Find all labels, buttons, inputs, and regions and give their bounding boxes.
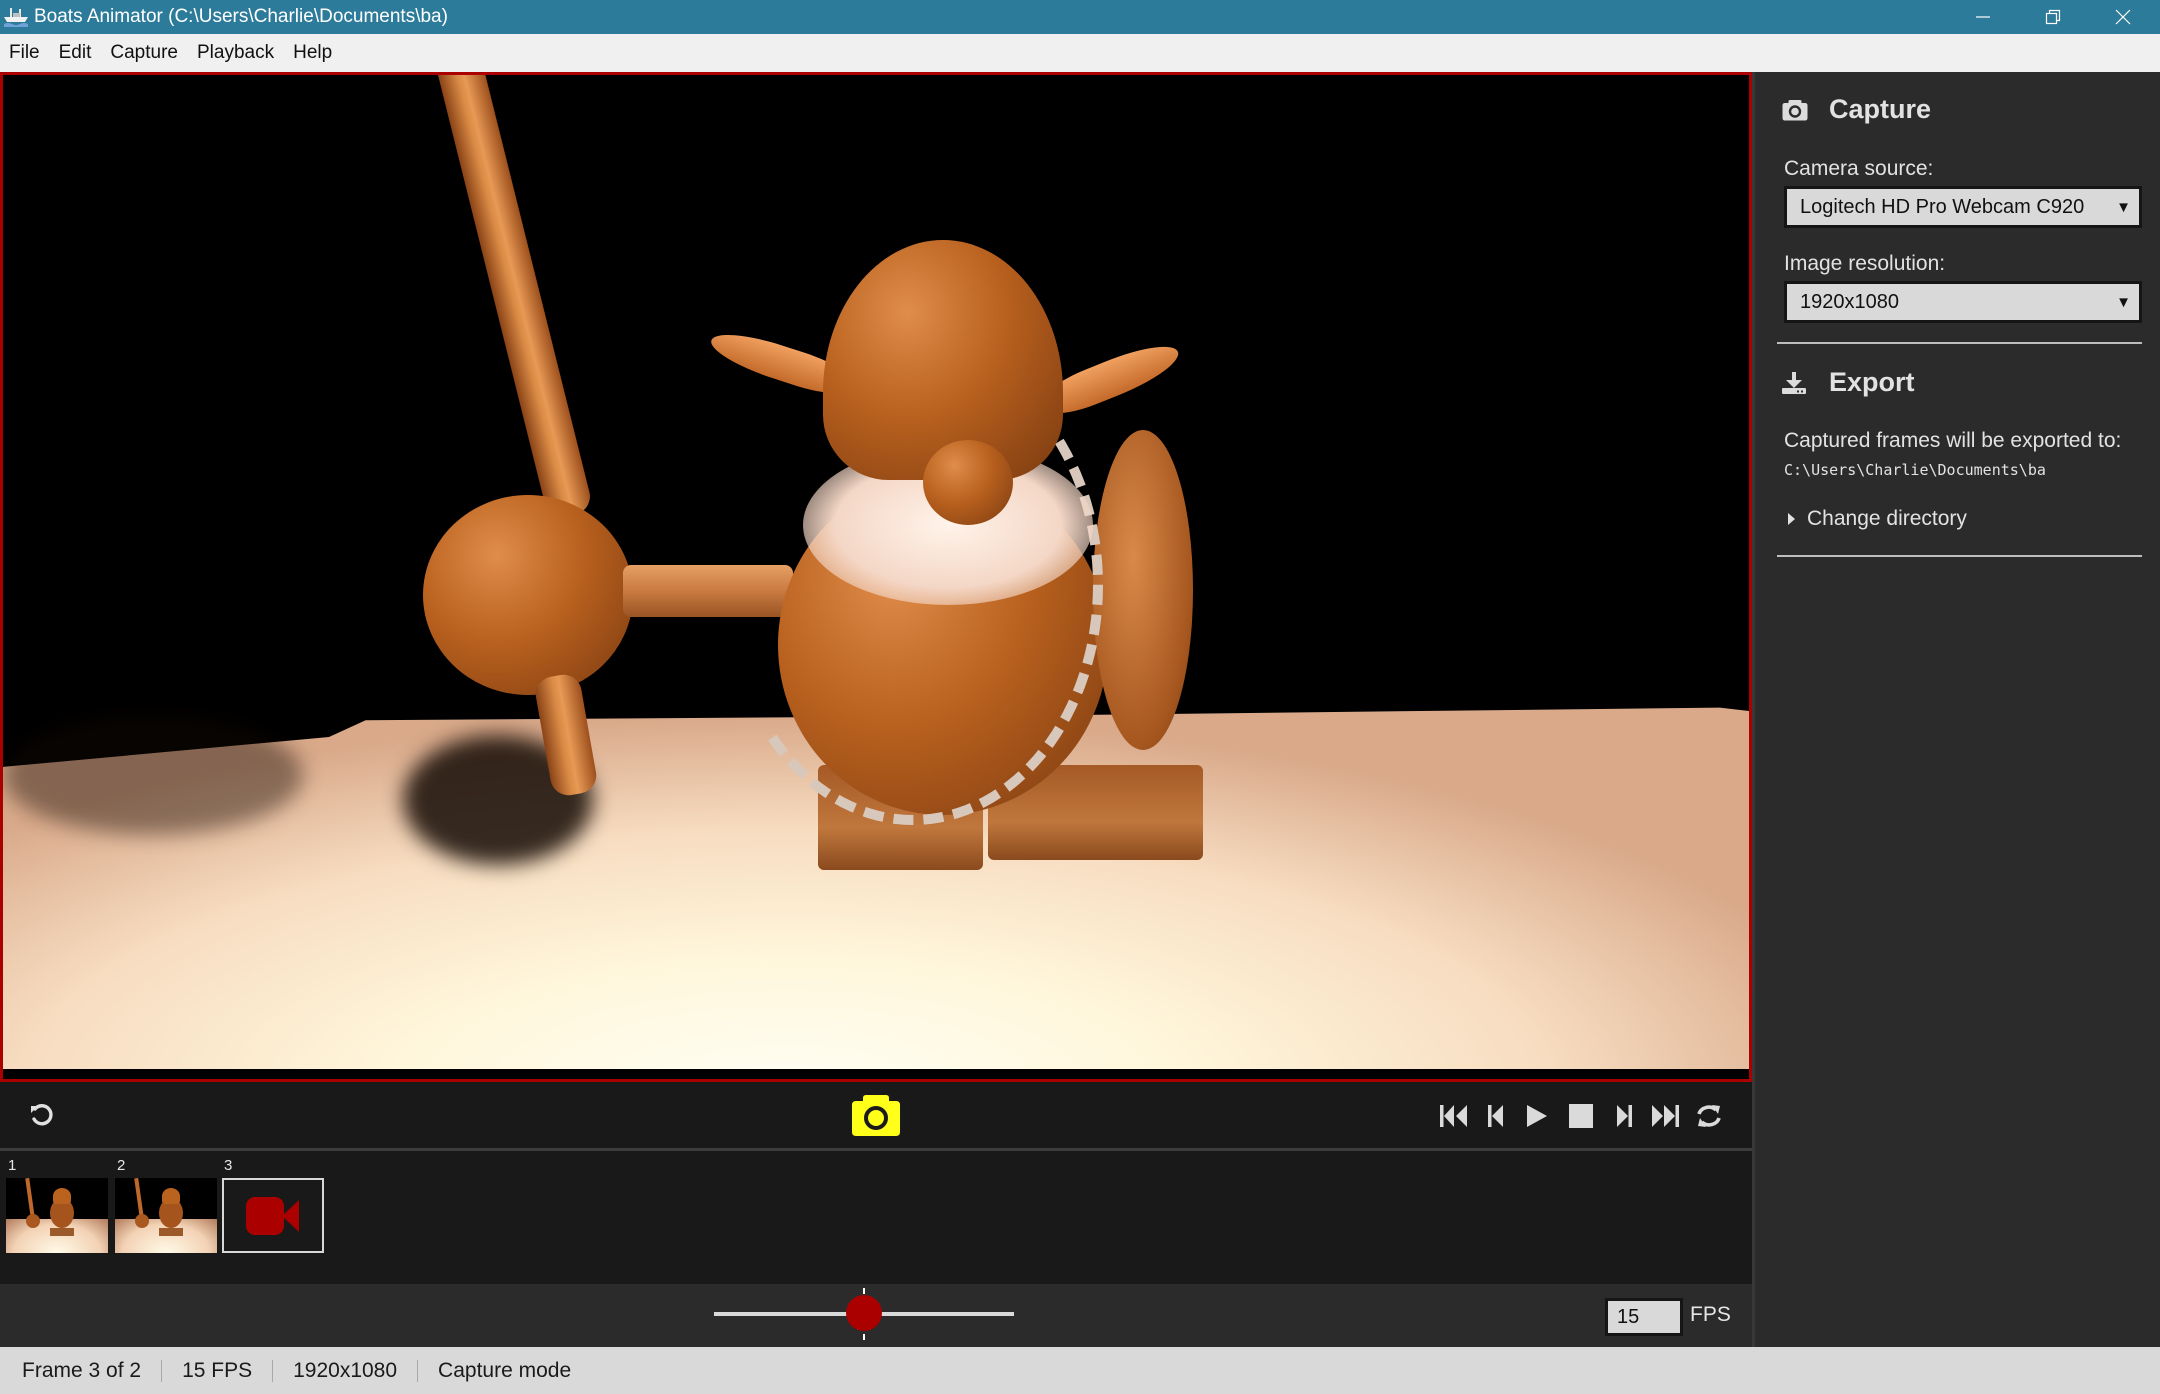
export-section-title: Export xyxy=(1829,367,1915,397)
export-path: C:\Users\Charlie\Documents\ba xyxy=(1784,461,2046,479)
loop-icon xyxy=(1697,1104,1721,1127)
close-button[interactable] xyxy=(2088,0,2158,34)
export-description: Captured frames will be exported to: xyxy=(1784,429,2122,452)
frame-number: 3 xyxy=(224,1157,233,1174)
caret-right-icon xyxy=(1788,513,1795,525)
onion-skin-slider-thumb[interactable] xyxy=(846,1295,882,1331)
scene-nose xyxy=(923,440,1013,525)
stop-icon xyxy=(1569,1103,1593,1128)
menu-capture[interactable]: Capture xyxy=(110,42,178,64)
minimize-button[interactable] xyxy=(1948,0,2018,34)
capture-toolbar xyxy=(0,1082,1752,1149)
scene-shield xyxy=(1093,430,1193,750)
title-bar: Boats Animator (C:\Users\Charlie\Documen… xyxy=(0,0,2160,34)
export-section-header: Export xyxy=(1781,367,1915,398)
stop-button[interactable] xyxy=(1566,1082,1596,1149)
undo-button[interactable] xyxy=(22,1082,62,1149)
change-directory-toggle[interactable]: Change directory xyxy=(1788,507,1967,531)
first-frame-button[interactable] xyxy=(1438,1082,1470,1149)
frame-thumbnail[interactable]: 1 xyxy=(6,1157,108,1262)
menu-edit[interactable]: Edit xyxy=(59,42,92,64)
frame-image xyxy=(6,1178,108,1253)
play-icon xyxy=(1527,1104,1547,1127)
menu-file[interactable]: File xyxy=(9,42,40,64)
image-resolution-label: Image resolution: xyxy=(1784,252,1946,275)
restore-button[interactable] xyxy=(2018,0,2088,34)
skip-to-start-icon xyxy=(1440,1104,1467,1127)
scene-pole xyxy=(433,75,594,521)
step-back-icon xyxy=(1488,1104,1503,1127)
step-forward-icon xyxy=(1617,1104,1632,1127)
previous-frame-button[interactable] xyxy=(1484,1082,1508,1149)
play-button[interactable] xyxy=(1522,1082,1552,1149)
scene-shadow xyxy=(3,715,303,835)
status-bar: Frame 3 of 2 15 FPS 1920x1080 Capture mo… xyxy=(0,1347,2160,1394)
scene-helmet xyxy=(823,240,1063,480)
panel-divider xyxy=(1777,342,2142,344)
panel-divider xyxy=(1777,555,2142,557)
scene-mace-ball xyxy=(423,495,633,695)
settings-panel: Capture Camera source: Logitech HD Pro W… xyxy=(1752,72,2160,1347)
loop-button[interactable] xyxy=(1692,1082,1726,1149)
last-frame-button[interactable] xyxy=(1648,1082,1682,1149)
capture-section-title: Capture xyxy=(1829,94,1932,124)
live-view-indicator xyxy=(222,1178,324,1253)
next-frame-button[interactable] xyxy=(1612,1082,1636,1149)
slider-center-tick xyxy=(863,1334,865,1340)
download-icon xyxy=(1781,370,1809,396)
status-mode: Capture mode xyxy=(438,1358,572,1382)
menu-bar: File Edit Capture Playback Help xyxy=(0,34,2160,72)
boat-app-icon xyxy=(2,5,30,29)
live-frame-thumbnail[interactable]: 3 xyxy=(222,1157,324,1262)
status-divider xyxy=(417,1359,419,1382)
close-icon xyxy=(2115,9,2131,25)
scene-arm xyxy=(623,565,793,617)
menu-playback[interactable]: Playback xyxy=(197,42,274,64)
chevron-down-icon: ▼ xyxy=(2116,294,2131,311)
menu-help[interactable]: Help xyxy=(293,42,332,64)
frame-image xyxy=(115,1178,217,1253)
fps-label: FPS xyxy=(1690,1303,1731,1326)
undo-icon xyxy=(31,1103,53,1125)
live-camera-feed xyxy=(3,75,1749,1069)
change-directory-label: Change directory xyxy=(1807,507,1967,530)
camera-source-value: Logitech HD Pro Webcam C920 xyxy=(1800,195,2085,218)
window-title: Boats Animator (C:\Users\Charlie\Documen… xyxy=(34,6,448,27)
image-resolution-select[interactable]: 1920x1080 ▼ xyxy=(1784,281,2142,323)
status-divider xyxy=(161,1359,163,1382)
status-frame: Frame 3 of 2 xyxy=(22,1358,142,1382)
minimize-icon xyxy=(1976,16,1990,18)
camera-source-label: Camera source: xyxy=(1784,157,1934,180)
chevron-down-icon: ▼ xyxy=(2116,199,2131,216)
status-resolution: 1920x1080 xyxy=(293,1358,398,1382)
capture-frame-button[interactable] xyxy=(846,1082,906,1149)
status-divider xyxy=(272,1359,274,1382)
camera-icon xyxy=(1781,97,1809,123)
camera-source-select[interactable]: Logitech HD Pro Webcam C920 ▼ xyxy=(1784,186,2142,228)
skip-to-end-icon xyxy=(1652,1104,1679,1127)
frame-number: 1 xyxy=(8,1157,17,1174)
preview-letterbox xyxy=(3,1069,1749,1079)
status-fps: 15 FPS xyxy=(182,1358,253,1382)
camera-preview xyxy=(0,72,1752,1082)
video-camera-icon xyxy=(246,1196,299,1235)
frame-number: 2 xyxy=(117,1157,126,1174)
onion-skin-slider[interactable] xyxy=(714,1288,1014,1340)
onion-skin-bar: 15 FPS xyxy=(0,1284,1752,1347)
slider-center-tick xyxy=(863,1288,865,1294)
capture-section-header: Capture xyxy=(1781,94,1931,125)
frame-thumbnail[interactable]: 2 xyxy=(115,1157,217,1262)
filmstrip: 1 2 3 xyxy=(0,1151,1752,1284)
restore-icon xyxy=(2045,9,2061,25)
fps-input[interactable]: 15 xyxy=(1605,1298,1683,1336)
image-resolution-value: 1920x1080 xyxy=(1800,290,1899,313)
camera-icon xyxy=(852,1094,900,1136)
